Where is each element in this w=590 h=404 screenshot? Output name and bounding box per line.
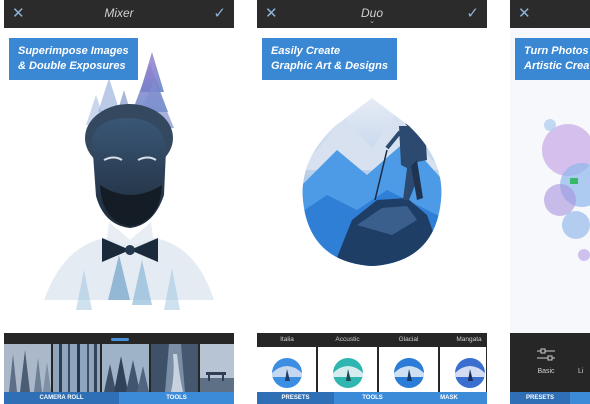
chevron-down-icon[interactable]: ⌄ (257, 17, 487, 25)
caption-line-2: Graphic Art & Designs (271, 60, 388, 72)
tab-tools[interactable]: TOOLS (119, 392, 234, 404)
tab-bar: PRESETS (510, 392, 590, 404)
tab-bar: CAMERA ROLL TOOLS (4, 392, 234, 404)
artistic-screen: ✕ Turn Photos into Artistic Creation Bas… (510, 0, 590, 404)
checkmark-icon[interactable]: ✓ (213, 5, 226, 23)
thumbnail-bare-trees[interactable] (53, 344, 100, 392)
sliders-icon[interactable] (536, 347, 556, 363)
top-bar: ✕ (510, 0, 590, 28)
thumbnail-forest-road[interactable] (151, 344, 198, 392)
tab-presets[interactable]: PRESETS (510, 392, 570, 404)
caption-line-1: Superimpose Images (18, 45, 129, 57)
thumbnail-panel: CAMERA ROLL TOOLS (4, 333, 234, 404)
preset-label-accustic: Accustic (335, 336, 360, 343)
thumbnail-bench-fog[interactable] (200, 344, 234, 392)
preset-accustic[interactable] (318, 347, 378, 393)
tab-bar: PRESETS TOOLS MASK (257, 392, 487, 404)
thumbnail-misty-forest-1[interactable] (4, 344, 51, 392)
tab-presets[interactable]: PRESETS (257, 392, 334, 404)
caption-line-1: Turn Photos into (524, 45, 590, 57)
drag-handle[interactable] (111, 338, 129, 341)
checkmark-icon[interactable]: ✓ (466, 5, 479, 23)
thumbnail-misty-forest-2[interactable] (102, 344, 149, 392)
caption-line-2: Artistic Creation (524, 60, 590, 72)
feature-caption: Easily Create Graphic Art & Designs (262, 38, 397, 80)
close-icon[interactable]: ✕ (518, 5, 531, 23)
duo-screen: ✕ Duo ⌄ ✓ Easily Create Graphic Art & De… (257, 0, 487, 404)
preset-italia[interactable] (257, 347, 317, 393)
screen-title: Mixer (104, 6, 134, 20)
preset-mangata[interactable] (440, 347, 487, 393)
caption-line-2: & Double Exposures (18, 60, 126, 72)
preset-label-mangata: Mangata (456, 336, 482, 343)
tool-label[interactable]: Li (578, 368, 590, 375)
tab-tools[interactable]: TOOLS (334, 392, 411, 404)
feature-caption: Superimpose Images & Double Exposures (9, 38, 138, 80)
caption-line-1: Easily Create (271, 45, 341, 57)
preset-label-italia: Italia (280, 336, 294, 343)
tools-panel: Basic Li PRESETS (510, 333, 590, 404)
tab-camera-roll[interactable]: CAMERA ROLL (4, 392, 119, 404)
tab-mask[interactable]: MASK (411, 392, 487, 404)
top-bar: ✕ Duo ⌄ ✓ (257, 0, 487, 28)
preset-label-glacial: Glacial (398, 336, 419, 343)
feature-caption: Turn Photos into Artistic Creation (515, 38, 590, 80)
tool-basic-label[interactable]: Basic (528, 368, 564, 375)
mixer-screen: ✕ Mixer ✓ Superimpose Images & Double Ex… (4, 0, 234, 404)
top-bar: ✕ Mixer ✓ (4, 0, 234, 28)
preset-panel: Italia Accustic Glacial Mangata PRESETS … (257, 333, 487, 404)
preset-glacial[interactable] (379, 347, 439, 393)
